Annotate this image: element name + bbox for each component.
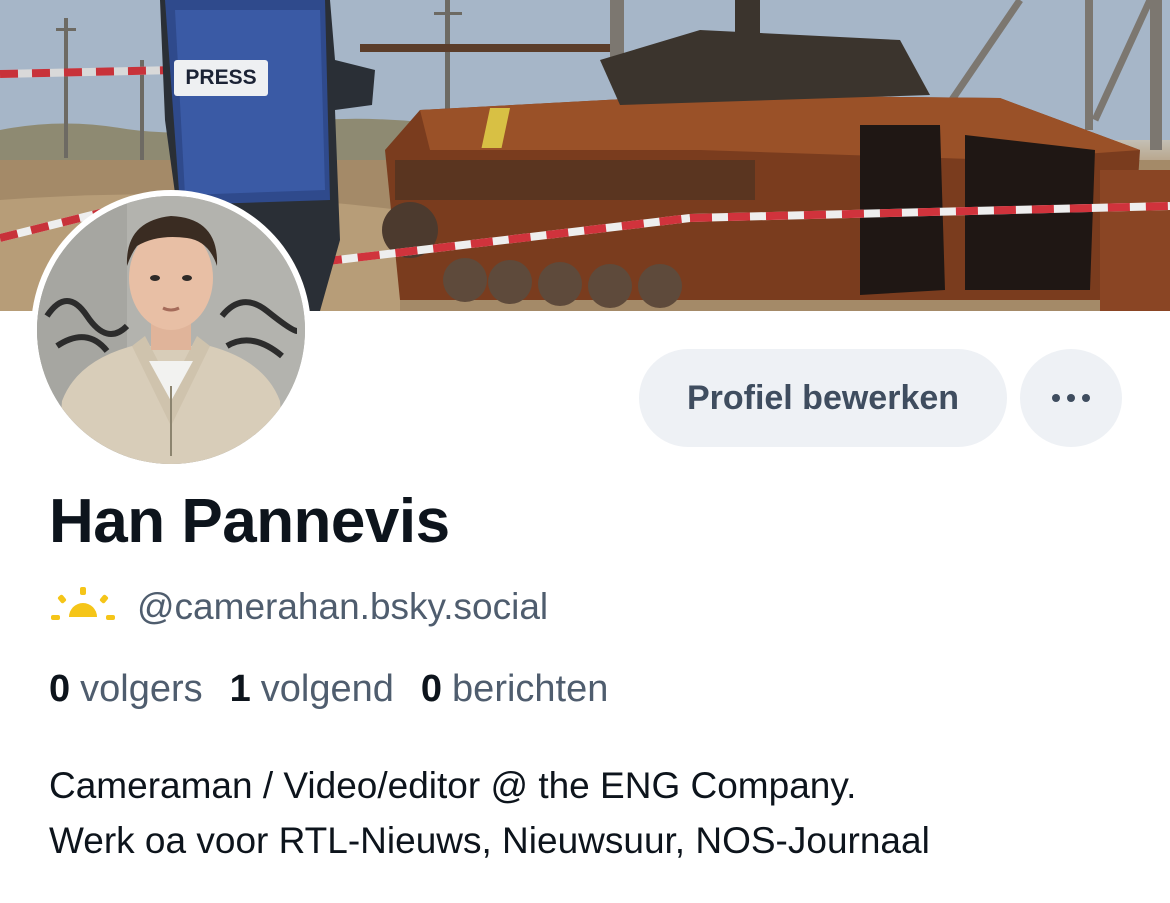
posts-count: 0	[420, 668, 443, 710]
followers-count: 0	[49, 668, 71, 710]
edit-profile-button[interactable]: Profiel bewerken	[639, 349, 1007, 447]
edit-profile-label: Profiel bewerken	[686, 378, 960, 417]
following-stat[interactable]: 1 volgend	[230, 668, 394, 711]
avatar[interactable]	[31, 190, 311, 470]
handle[interactable]: @camerahan.bsky.social	[137, 586, 548, 628]
posts-stat: 0 berichten	[421, 668, 608, 711]
sunrise-icon	[51, 585, 115, 628]
profile-stats: 0 volgers 1 volgend 0 berichten	[49, 668, 635, 711]
ellipsis-icon	[1052, 394, 1090, 402]
profile-bio: Cameraman / Video/editor @ the ENG Compa…	[49, 758, 1149, 868]
followers-label: volgers	[80, 668, 203, 710]
press-vest-text: PRESS	[185, 66, 257, 89]
press-vest-label: PRESS	[174, 60, 268, 96]
followers-stat[interactable]: 0 volgers	[49, 668, 203, 711]
display-name: Han Pannevis	[49, 487, 450, 556]
profile-page: PRESS Profiel bewerken Han Pannevis @cam…	[0, 0, 1170, 903]
following-count: 1	[229, 668, 251, 710]
bio-line-1: Cameraman / Video/editor @ the ENG Compa…	[49, 765, 857, 806]
bio-line-2: Werk oa voor RTL-Nieuws, Nieuwsuur, NOS-…	[49, 820, 930, 861]
following-label: volgend	[260, 668, 394, 710]
handle-row: @camerahan.bsky.social	[51, 585, 548, 628]
more-options-button[interactable]	[1020, 349, 1122, 447]
avatar-image	[37, 196, 305, 464]
posts-label: berichten	[452, 668, 609, 710]
